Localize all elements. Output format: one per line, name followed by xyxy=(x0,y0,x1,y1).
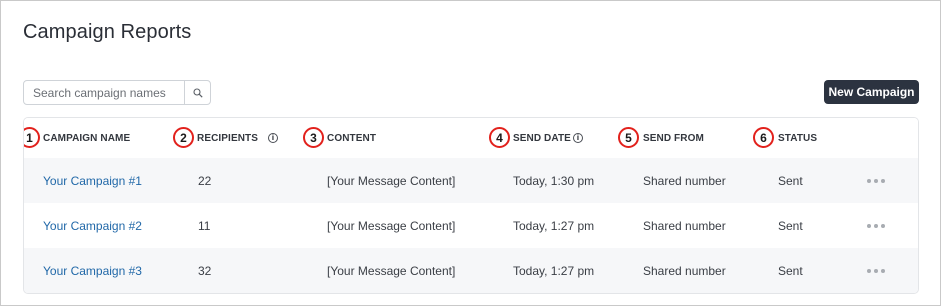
send-date-cell: Today, 1:30 pm xyxy=(513,173,595,188)
page-title: Campaign Reports xyxy=(23,21,192,43)
table-row: Your Campaign #1 22 [Your Message Conten… xyxy=(24,158,918,203)
column-header-label: CAMPAIGN NAME xyxy=(43,132,131,144)
table-row: Your Campaign #2 11 [Your Message Conten… xyxy=(24,203,918,248)
campaign-name-link[interactable]: Your Campaign #2 xyxy=(43,203,142,248)
annotation-badge-2: 2 xyxy=(173,127,194,148)
column-header-recipients[interactable]: RECIPIENTS i xyxy=(197,118,279,158)
campaign-name-link[interactable]: Your Campaign #1 xyxy=(43,158,142,203)
column-header-label: SEND DATE xyxy=(513,132,571,144)
annotation-badge-1: 1 xyxy=(24,127,40,148)
app-window: Campaign Reports New Campaign 1 CAMPAIGN… xyxy=(0,0,941,306)
send-from-cell: Shared number xyxy=(643,218,726,233)
content-cell: [Your Message Content] xyxy=(327,263,456,278)
annotation-badge-6: 6 xyxy=(753,127,774,148)
search-icon xyxy=(192,87,203,98)
recipients-cell: 32 xyxy=(198,263,212,278)
recipients-cell: 11 xyxy=(198,218,211,233)
status-cell: Sent xyxy=(778,218,803,233)
column-header-label: SEND FROM xyxy=(643,132,704,144)
send-date-cell: Today, 1:27 pm xyxy=(513,263,595,278)
annotation-badge-3: 3 xyxy=(303,127,324,148)
table-header: 1 CAMPAIGN NAME 2 RECIPIENTS i 3 CONTENT… xyxy=(24,118,918,158)
column-header-campaign-name[interactable]: CAMPAIGN NAME xyxy=(43,118,130,158)
search-input[interactable] xyxy=(24,81,184,104)
column-header-label: RECIPIENTS xyxy=(197,132,259,144)
table-row: Your Campaign #3 32 [Your Message Conten… xyxy=(24,248,918,293)
search-button[interactable] xyxy=(184,81,210,104)
search-box xyxy=(23,80,211,105)
content-cell: [Your Message Content] xyxy=(327,173,456,188)
send-date-cell: Today, 1:27 pm xyxy=(513,218,595,233)
column-header-label: STATUS xyxy=(778,132,818,144)
info-icon[interactable]: i xyxy=(572,133,583,143)
column-header-content[interactable]: CONTENT xyxy=(327,118,376,158)
row-actions-menu-icon[interactable] xyxy=(867,203,885,248)
recipients-cell: 22 xyxy=(198,173,212,188)
status-cell: Sent xyxy=(778,263,803,278)
campaign-table: 1 CAMPAIGN NAME 2 RECIPIENTS i 3 CONTENT… xyxy=(23,117,919,294)
info-icon[interactable]: i xyxy=(268,133,279,143)
row-actions-menu-icon[interactable] xyxy=(867,248,885,293)
annotation-badge-4: 4 xyxy=(489,127,510,148)
campaign-name-link[interactable]: Your Campaign #3 xyxy=(43,248,142,293)
column-header-send-from[interactable]: SEND FROM xyxy=(643,118,704,158)
column-header-label: CONTENT xyxy=(327,132,377,144)
row-actions-menu-icon[interactable] xyxy=(867,158,885,203)
send-from-cell: Shared number xyxy=(643,173,726,188)
new-campaign-button[interactable]: New Campaign xyxy=(824,80,919,104)
column-header-status[interactable]: STATUS xyxy=(778,118,817,158)
status-cell: Sent xyxy=(778,173,803,188)
column-header-send-date[interactable]: SEND DATE i xyxy=(513,118,583,158)
content-cell: [Your Message Content] xyxy=(327,218,456,233)
send-from-cell: Shared number xyxy=(643,263,726,278)
annotation-badge-5: 5 xyxy=(618,127,639,148)
